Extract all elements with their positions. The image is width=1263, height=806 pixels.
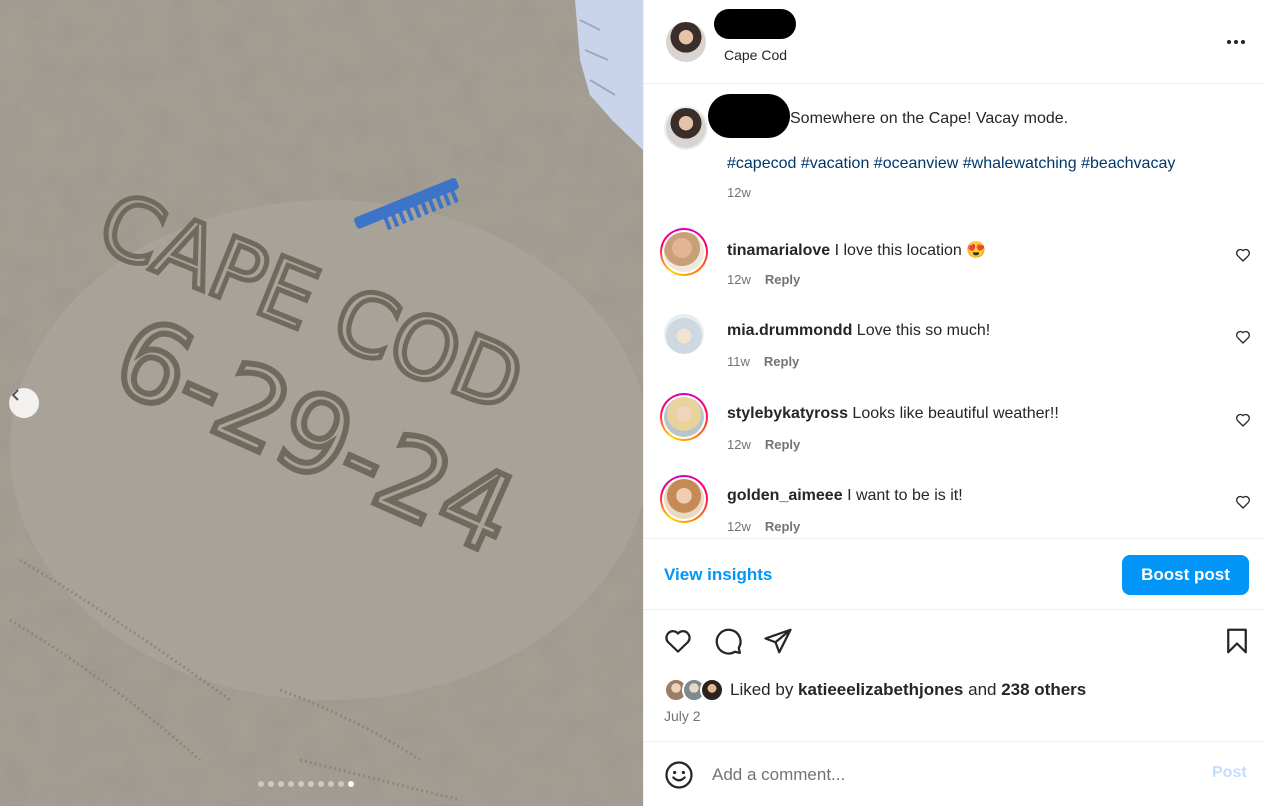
- carousel-dot: [288, 781, 294, 787]
- chevron-left-icon: [11, 389, 19, 401]
- comment-like-button[interactable]: [1233, 493, 1253, 513]
- liker-avatars: [664, 678, 730, 702]
- more-horizontal-icon: [1227, 40, 1245, 44]
- more-options-button[interactable]: [1222, 30, 1250, 54]
- comment-row: golden_aimeee I want to be is it! 12w Rep…: [644, 475, 1263, 538]
- likes-summary[interactable]: Liked by katieeelizabethjones and 238 ot…: [664, 678, 1086, 702]
- carousel-dot: [268, 781, 274, 787]
- comment-username[interactable]: tinamarialove: [727, 242, 830, 259]
- comment-text: Love this so much!: [856, 322, 991, 339]
- carousel-dot: [258, 781, 264, 787]
- share-button[interactable]: [762, 626, 794, 658]
- likes-text: Liked by katieeelizabethjones and 238 ot…: [730, 680, 1086, 700]
- reply-button[interactable]: Reply: [765, 519, 800, 534]
- reply-button[interactable]: Reply: [764, 354, 799, 369]
- carousel-prev-button[interactable]: [9, 388, 39, 418]
- carousel-dot: [348, 781, 354, 787]
- post-details-panel: Cape Cod Somewhere on the Cape! Vacay mo…: [643, 0, 1263, 806]
- post-photo[interactable]: CAPE COD 6-29-24: [0, 0, 643, 806]
- comment-like-button[interactable]: [1233, 246, 1253, 266]
- bookmark-icon: [1227, 628, 1247, 654]
- view-insights-link[interactable]: View insights: [664, 565, 772, 585]
- hashtag-link[interactable]: #whalewatching: [963, 155, 1077, 172]
- comment-input[interactable]: [712, 760, 1192, 790]
- post-header: Cape Cod: [644, 0, 1263, 84]
- carousel-dot: [328, 781, 334, 787]
- comment-bubble-icon: [715, 628, 742, 655]
- comment-time[interactable]: 12w: [727, 437, 751, 452]
- comment-row: tinamarialove I love this location 😍 12w…: [644, 228, 1263, 300]
- post-comment-button[interactable]: Post: [1212, 764, 1247, 782]
- carousel-dot: [278, 781, 284, 787]
- redacted-caption-username: [708, 94, 790, 138]
- comment-time[interactable]: 12w: [727, 519, 751, 534]
- hashtag-link[interactable]: #capecod: [727, 155, 796, 172]
- commenter-avatar[interactable]: [664, 314, 704, 354]
- carousel-dots: [258, 781, 354, 787]
- liker-username[interactable]: katieeelizabethjones: [798, 680, 963, 699]
- carousel-dot: [318, 781, 324, 787]
- comment-username[interactable]: stylebykatyross: [727, 405, 848, 422]
- post-date[interactable]: July 2: [664, 708, 701, 724]
- comment-text: Looks like beautiful weather!!: [852, 405, 1059, 422]
- caption-owner-avatar[interactable]: [664, 106, 708, 150]
- owner-avatar[interactable]: [666, 22, 706, 62]
- post-actions: Liked by katieeelizabethjones and 238 ot…: [644, 610, 1263, 740]
- hashtag-link[interactable]: #beachvacay: [1081, 155, 1175, 172]
- redacted-username: [714, 9, 796, 39]
- caption-text: Somewhere on the Cape! Vacay mode.: [790, 110, 1069, 127]
- heart-icon: [1236, 413, 1250, 427]
- emoji-button[interactable]: [664, 760, 694, 790]
- like-button[interactable]: [662, 626, 694, 658]
- comment-username[interactable]: mia.drummondd: [727, 322, 852, 339]
- hashtag-link[interactable]: #oceanview: [874, 155, 959, 172]
- comment-like-button[interactable]: [1233, 411, 1253, 431]
- comment-row: mia.drummondd Love this so much! 11w Repl…: [644, 310, 1263, 382]
- hashtag-link[interactable]: #vacation: [801, 155, 870, 172]
- comment-like-button[interactable]: [1233, 328, 1253, 348]
- comments-list[interactable]: Somewhere on the Cape! Vacay mode. #cape…: [644, 84, 1263, 538]
- caption-time[interactable]: 12w: [727, 185, 751, 200]
- comment-text: I love this location 😍: [834, 242, 987, 259]
- comment-time[interactable]: 11w: [727, 354, 750, 369]
- reply-button[interactable]: Reply: [765, 437, 800, 452]
- sand-photo-art: CAPE COD 6-29-24: [0, 0, 643, 806]
- likes-middle: and: [963, 680, 1002, 699]
- comment-username[interactable]: golden_aimeee: [727, 487, 843, 504]
- comment-row: stylebykatyross Looks like beautiful wea…: [644, 393, 1263, 465]
- commenter-avatar[interactable]: [660, 393, 708, 441]
- insights-bar: View insights Boost post: [644, 538, 1263, 610]
- comment-button[interactable]: [712, 626, 744, 658]
- emoji-icon: [665, 761, 693, 789]
- carousel-dot: [308, 781, 314, 787]
- post-location[interactable]: Cape Cod: [724, 47, 787, 63]
- likes-others-count[interactable]: 238 others: [1001, 680, 1086, 699]
- caption-hashtags: #capecod #vacation #oceanview #whalewatc…: [727, 155, 1175, 173]
- heart-icon: [1236, 330, 1250, 344]
- comment-time[interactable]: 12w: [727, 272, 751, 287]
- reply-button[interactable]: Reply: [765, 272, 800, 287]
- heart-icon: [1236, 495, 1250, 509]
- add-comment-bar: Post: [644, 741, 1263, 806]
- commenter-avatar[interactable]: [660, 228, 708, 276]
- boost-post-button[interactable]: Boost post: [1122, 555, 1249, 595]
- heart-icon: [1236, 248, 1250, 262]
- commenter-avatar[interactable]: [660, 475, 708, 523]
- carousel-dot: [298, 781, 304, 787]
- comment-text: I want to be is it!: [847, 487, 963, 504]
- likes-prefix: Liked by: [730, 680, 799, 699]
- liker-avatar: [700, 678, 724, 702]
- heart-icon: [665, 630, 691, 653]
- carousel-dot: [338, 781, 344, 787]
- save-button[interactable]: [1221, 626, 1253, 658]
- paper-plane-icon: [764, 628, 792, 654]
